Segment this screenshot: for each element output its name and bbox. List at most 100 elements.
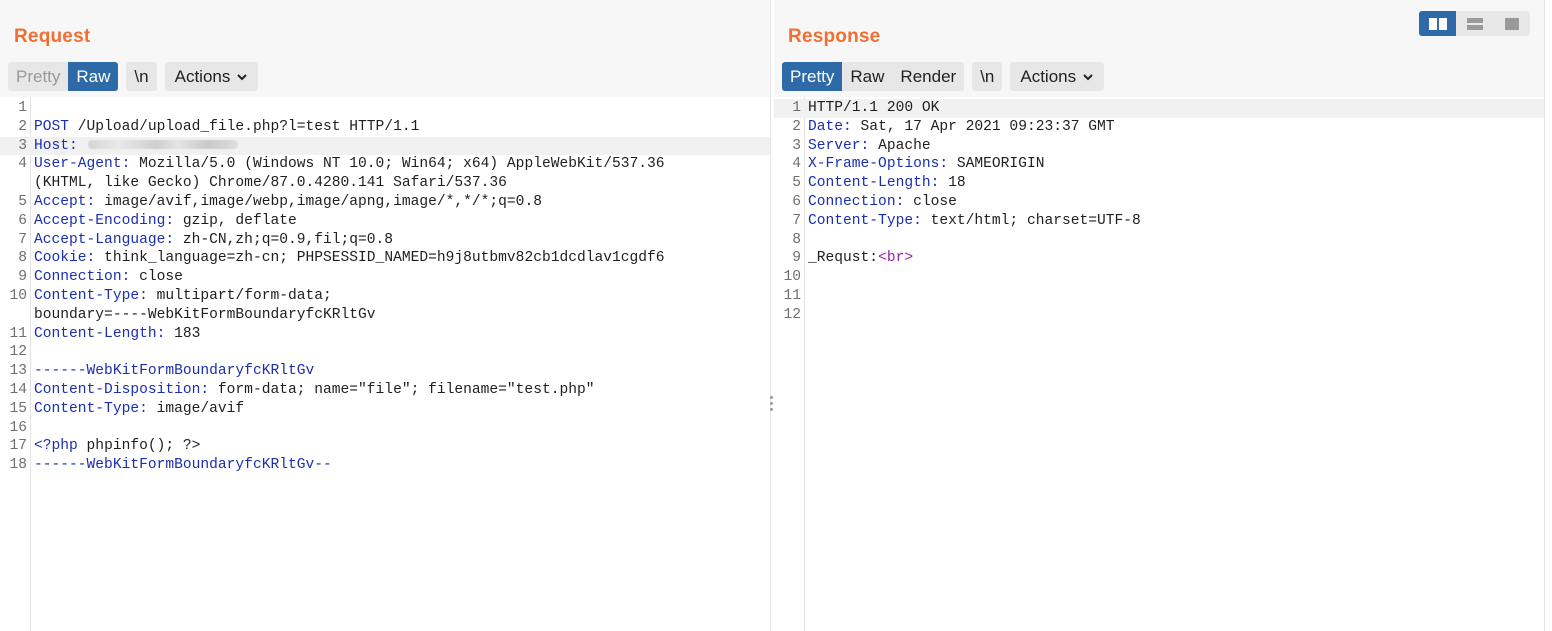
request-line-number: 10 [9, 287, 27, 304]
request-raw-tab[interactable]: Raw [68, 62, 119, 91]
request-line-text: boundary=----WebKitFormBoundaryfcKRltGv [34, 306, 376, 325]
header-value: gzip, deflate [174, 212, 297, 229]
request-code-line[interactable]: 12 [0, 343, 770, 362]
layout-switch [1419, 11, 1530, 36]
request-code-line[interactable]: 13 ------WebKitFormBoundaryfcKRltGv [0, 362, 770, 381]
request-code-line[interactable]: 4 User-Agent: Mozilla/5.0 (Windows NT 10.… [0, 155, 770, 174]
header-value: Mozilla/5.0 (Windows NT 10.0; Win64; x64… [130, 156, 665, 173]
response-code-line[interactable]: 4 X-Frame-Options: SAMEORIGIN [774, 155, 1544, 174]
header-value: boundary=----WebKitFormBoundaryfcKRltGv [34, 306, 376, 323]
header-name: Host: [34, 137, 78, 154]
response-code-line[interactable]: 5 Content-Length: 18 [774, 174, 1544, 193]
response-code-line[interactable]: 7 Content-Type: text/html; charset=UTF-8 [774, 212, 1544, 231]
request-code-line[interactable]: boundary=----WebKitFormBoundaryfcKRltGv [0, 306, 770, 325]
response-code-line[interactable]: 2 Date: Sat, 17 Apr 2021 09:23:37 GMT [774, 118, 1544, 137]
header-value: form-data; name="file"; filename="test.p… [209, 381, 595, 398]
response-code-line[interactable]: 1 HTTP/1.1 200 OK [774, 99, 1544, 118]
response-pretty-tab[interactable]: Pretty [782, 62, 843, 91]
request-code-line[interactable]: 7 Accept-Language: zh-CN,zh;q=0.9,fil;q=0… [0, 231, 770, 250]
request-line-text: ------WebKitFormBoundaryfcKRltGv-- [34, 456, 332, 475]
chevron-down-icon [1083, 73, 1093, 80]
response-render-tab[interactable]: Render [892, 62, 965, 91]
request-code-line[interactable]: 9 Connection: close [0, 268, 770, 287]
response-line-text: Connection: close [808, 193, 957, 212]
request-code-line[interactable]: 2 POST /Upload/upload_file.php?l=test HTT… [0, 118, 770, 137]
response-line-number: 9 [792, 250, 801, 267]
header-name: Content-Type: [34, 287, 148, 304]
response-code-line[interactable]: 6 Connection: close [774, 193, 1544, 212]
header-value: close [904, 193, 957, 210]
header-value: HTTP/1.1 200 OK [808, 100, 940, 116]
request-editor[interactable]: 1 2 POST /Upload/upload_file.php?l=test HT… [0, 97, 770, 631]
request-line-text: Connection: close [34, 268, 183, 287]
response-code-line[interactable]: 10 [774, 268, 1544, 287]
request-code-line[interactable]: 3 Host: [0, 136, 770, 156]
single-pane-icon[interactable] [1493, 11, 1530, 36]
response-title: Response [788, 26, 881, 47]
request-actions-button[interactable]: Actions [164, 62, 259, 91]
request-line-text: Cookie: think_language=zh-cn; PHPSESSID_… [34, 249, 665, 268]
response-code-line[interactable]: 12 [774, 306, 1544, 325]
request-code-line[interactable]: 6 Accept-Encoding: gzip, deflate [0, 212, 770, 231]
top-bottom-icon[interactable] [1456, 11, 1493, 36]
request-code-line[interactable]: 17 <?php phpinfo(); ?> [0, 437, 770, 456]
side-by-side-icon[interactable] [1419, 11, 1456, 36]
header-name: Accept-Encoding: [34, 212, 175, 229]
header-name: Accept: [34, 193, 96, 210]
header-value: 183 [165, 325, 201, 342]
header-name: Content-Length: [34, 325, 166, 342]
header-name: ------WebKitFormBoundaryfcKRltGv-- [34, 457, 332, 474]
request-code-line[interactable]: 8 Cookie: think_language=zh-cn; PHPSESSID… [0, 249, 770, 268]
response-actions-button[interactable]: Actions [1010, 62, 1105, 91]
request-code-line[interactable]: 10 Content-Type: multipart/form-data; [0, 287, 770, 306]
header-name: Connection: [808, 193, 905, 210]
header-value: text/html; charset=UTF-8 [921, 212, 1141, 229]
header-name: Content-Disposition: [34, 381, 210, 398]
request-line-number: 14 [9, 381, 27, 398]
response-code-line[interactable]: 9 _Requst:<br> [774, 249, 1544, 268]
request-pretty-tab[interactable]: Pretty [8, 62, 69, 91]
request-code-line[interactable]: 5 Accept: image/avif,image/webp,image/apn… [0, 193, 770, 212]
request-line-number: 4 [18, 156, 27, 173]
request-line-number: 8 [18, 250, 27, 267]
header-name: POST [34, 118, 70, 135]
response-line-number: 7 [792, 212, 801, 229]
request-toolbar: Pretty Raw \n Actions [8, 62, 259, 91]
request-code-line[interactable]: 1 [0, 99, 770, 118]
request-line-text: Accept-Encoding: gzip, deflate [34, 212, 297, 231]
request-code-line[interactable]: 14 Content-Disposition: form-data; name="… [0, 381, 770, 400]
request-line-number: 9 [18, 269, 27, 286]
request-line-text: Content-Disposition: form-data; name="fi… [34, 381, 595, 400]
request-code-line[interactable]: 18 ------WebKitFormBoundaryfcKRltGv-- [0, 456, 770, 475]
redacted-host-value [87, 140, 238, 150]
header-name: User-Agent: [34, 156, 131, 173]
request-line-number: 2 [18, 118, 27, 135]
header-name: Cookie: [34, 250, 96, 267]
request-line-number: 15 [9, 400, 27, 417]
header-value: SAMEORIGIN [948, 156, 1045, 173]
response-code-line[interactable]: 11 [774, 287, 1544, 306]
request-code-line[interactable]: 16 [0, 419, 770, 438]
header-value: Sat, 17 Apr 2021 09:23:37 GMT [851, 118, 1115, 135]
header-name: ------WebKitFormBoundaryfcKRltGv [34, 363, 315, 380]
response-newline-toggle[interactable]: \n [972, 62, 1003, 91]
header-value: Apache [869, 137, 931, 154]
header-value: image/avif [147, 400, 245, 417]
response-raw-tab[interactable]: Raw [842, 62, 893, 91]
request-line-number: 5 [18, 193, 27, 210]
request-line-text: Content-Length: 183 [34, 325, 200, 344]
request-newline-toggle[interactable]: \n [126, 62, 157, 91]
response-line-number: 2 [792, 118, 801, 135]
response-line-text: Content-Length: 18 [808, 174, 966, 193]
response-code-line[interactable]: 3 Server: Apache [774, 137, 1544, 156]
request-line-text: User-Agent: Mozilla/5.0 (Windows NT 10.0… [34, 155, 665, 174]
request-code-line[interactable]: 11 Content-Length: 183 [0, 325, 770, 344]
request-line-number: 11 [9, 325, 27, 342]
request-line-text: ------WebKitFormBoundaryfcKRltGv [34, 362, 314, 381]
response-line-text: HTTP/1.1 200 OK [808, 99, 939, 118]
response-editor[interactable]: 1 HTTP/1.1 200 OK 2 Date: Sat, 17 Apr 2021 … [774, 97, 1544, 631]
request-code-line[interactable]: 15 Content-Type: image/avif [0, 400, 770, 419]
request-code-line[interactable]: (KHTML, like Gecko) Chrome/87.0.4280.141… [0, 174, 770, 193]
response-line-number: 11 [783, 287, 801, 304]
response-code-line[interactable]: 8 [774, 231, 1544, 250]
